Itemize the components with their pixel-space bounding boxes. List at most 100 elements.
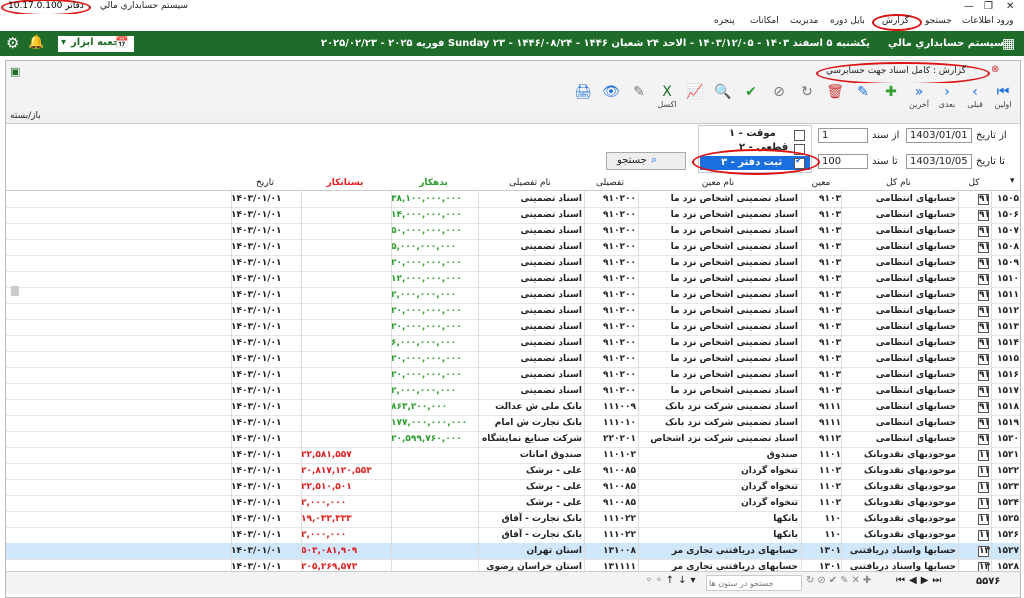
menu-report[interactable]: گزارش bbox=[882, 16, 909, 26]
toolbar-first-button[interactable]: ⏮ اولین bbox=[990, 84, 1016, 110]
cell-divider bbox=[584, 415, 585, 431]
menu-search[interactable]: جستجو bbox=[925, 16, 952, 26]
cell-divider bbox=[638, 207, 639, 223]
toolbar-confirm-button[interactable]: ✔ bbox=[738, 84, 764, 110]
column-header[interactable]: معین bbox=[801, 176, 841, 190]
table-row[interactable]: ۱۵۲۰ ۹۱ حسابهای انتظامی ۹۱۱۲ اسناد تضمینی شر… bbox=[6, 431, 1020, 448]
to-date-input[interactable]: 1403/10/05 bbox=[906, 154, 972, 169]
menu-management[interactable]: مديريت bbox=[790, 16, 818, 26]
status-temp[interactable]: ۱ - موقت bbox=[729, 128, 776, 139]
table-row[interactable]: ۱۵۲۲ ۱۱ موجودیهای نقدوبانک ۱۱۰۲ تنخواه گردان… bbox=[6, 463, 1020, 480]
cell-divider bbox=[841, 415, 842, 431]
cell-divider bbox=[478, 207, 479, 223]
cell-divider bbox=[958, 527, 959, 543]
search-button[interactable]: ⌕ جستجو bbox=[606, 152, 686, 170]
table-cell: ۱۵۰۶ bbox=[997, 210, 1019, 220]
menu-window[interactable]: پنجره bbox=[714, 16, 735, 26]
table-row[interactable]: ۱۵۱۷ ۹۱ حسابهای انتظامی ۹۱۰۳ اسناد تضمینی اش… bbox=[6, 383, 1020, 400]
maximize-button[interactable]: ❐ bbox=[984, 1, 993, 12]
table-row[interactable]: ۱۵۱۴ ۹۱ حسابهای انتظامی ۹۱۰۳ اسناد تضمینی اش… bbox=[6, 335, 1020, 352]
column-header[interactable]: بستانکار bbox=[301, 176, 389, 190]
menu-bar: ورود اطلاعات جستجو گزارش بايل دوره مديري… bbox=[0, 14, 1024, 31]
scroll-handle[interactable] bbox=[11, 286, 19, 296]
toolbar-refresh-button[interactable]: ↻ bbox=[794, 84, 820, 110]
table-cell: ۲,۰۰۰,۰۰۰,۰۰۰ bbox=[391, 290, 457, 300]
toolbar-pen-button[interactable]: ✎ bbox=[626, 84, 652, 110]
table-row[interactable]: ۱۵۲۶ ۱۱ موجودیهای نقدوبانک ۱۱۰ بانکها ۱۱۱۰۲۲ ب… bbox=[6, 527, 1020, 544]
header-menu-icon[interactable]: ▾ bbox=[1010, 176, 1015, 186]
table-row[interactable]: ۱۵۲۳ ۱۱ موجودیهای نقدوبانک ۱۱۰۲ تنخواه گردان… bbox=[6, 479, 1020, 496]
table-row[interactable]: ۱۵۰۸ ۹۱ حسابهای انتظامی ۹۱۰۳ اسناد تضمینی اش… bbox=[6, 239, 1020, 256]
cell-divider bbox=[801, 527, 802, 543]
sort-icons[interactable]: ◦◦↑↓▾ bbox=[646, 575, 700, 586]
column-header[interactable]: نام تفصیلی bbox=[478, 176, 582, 190]
to-doc-input[interactable]: 100 bbox=[818, 154, 868, 169]
column-search-input[interactable] bbox=[706, 575, 802, 591]
table-row[interactable]: ۱۵۱۰ ۹۱ حسابهای انتظامی ۹۱۰۳ اسناد تضمینی اش… bbox=[6, 271, 1020, 288]
table-cell: ۱۵۲۵ bbox=[997, 514, 1019, 524]
toolbar-excel-button[interactable]: X اکسل bbox=[654, 84, 680, 110]
cell-divider bbox=[638, 271, 639, 287]
table-row[interactable]: ۱۵۰۵ ۹۱ حسابهای انتظامی ۹۱۰۳ اسناد تضمینی اش… bbox=[6, 191, 1020, 208]
cell-divider bbox=[478, 543, 479, 559]
table-cell: ۹۱۰۳ bbox=[819, 322, 841, 332]
table-row[interactable]: ۱۵۲۵ ۱۱ موجودیهای نقدوبانک ۱۱۰ بانکها ۱۱۱۰۲۲ ب… bbox=[6, 511, 1020, 528]
column-header[interactable]: تفصیلی bbox=[584, 176, 636, 190]
toolbar-cancel-button[interactable]: ⊘ bbox=[766, 84, 792, 110]
column-header[interactable]: تاریخ bbox=[231, 176, 299, 190]
cell-divider bbox=[801, 495, 802, 511]
toolbar-delete-button[interactable]: 🗑 bbox=[822, 84, 848, 110]
cell-divider bbox=[841, 255, 842, 271]
toolbar-next-button[interactable]: › بعدی bbox=[934, 84, 960, 110]
table-row[interactable]: ۱۵۱۹ ۹۱ حسابهای انتظامی ۹۱۱۱ اسناد تضمینی شر… bbox=[6, 415, 1020, 432]
section-toggle[interactable]: باز/بسته bbox=[10, 111, 41, 121]
table-cell bbox=[301, 351, 389, 367]
from-date-input[interactable]: 1403/01/01 bbox=[906, 128, 972, 143]
table-row[interactable]: ۱۵۱۶ ۹۱ حسابهای انتظامی ۹۱۰۳ اسناد تضمینی اش… bbox=[6, 367, 1020, 384]
table-row[interactable]: ۱۵۰۷ ۹۱ حسابهای انتظامی ۹۱۰۳ اسناد تضمینی اش… bbox=[6, 223, 1020, 240]
from-doc-input[interactable]: 1 bbox=[818, 128, 868, 143]
toolbar-edit-button[interactable]: ✎ bbox=[850, 84, 876, 110]
menu-period[interactable]: بايل دوره bbox=[830, 16, 865, 26]
table-row[interactable]: ۱۵۲۱ ۱۱ موجودیهای نقدوبانک ۱۱۰۱ صندوق ۱۱۰۱۰۲ ص… bbox=[6, 447, 1020, 464]
gear-icon[interactable]: ⚙ bbox=[6, 34, 19, 52]
minimize-button[interactable]: — bbox=[964, 1, 974, 12]
toolbar-last-button[interactable]: » آخرین bbox=[906, 84, 932, 110]
close-button[interactable]: ✕ bbox=[1006, 1, 1014, 12]
table-cell: اسناد تضمینی bbox=[520, 194, 582, 204]
toolbar-print-button[interactable]: 🖨 bbox=[570, 84, 596, 110]
cell-divider bbox=[584, 351, 585, 367]
table-row[interactable]: ۱۵۱۲ ۹۱ حسابهای انتظامی ۹۱۰۳ اسناد تضمینی اش… bbox=[6, 303, 1020, 320]
toolbar-view-button[interactable]: 👁 bbox=[598, 84, 624, 110]
report-close-icon[interactable]: ⊗ bbox=[991, 64, 999, 75]
status-checkbox-temp[interactable] bbox=[794, 130, 805, 141]
table-row[interactable]: ۱۵۰۹ ۹۱ حسابهای انتظامی ۹۱۰۳ اسناد تضمینی اش… bbox=[6, 255, 1020, 272]
table-row[interactable]: ۱۵۱۳ ۹۱ حسابهای انتظامی ۹۱۰۳ اسناد تضمینی اش… bbox=[6, 319, 1020, 336]
table-row[interactable]: ۱۵۰۶ ۹۱ حسابهای انتظامی ۹۱۰۳ اسناد تضمینی اش… bbox=[6, 207, 1020, 224]
column-header[interactable]: کل bbox=[958, 176, 990, 190]
report-icon: ▣ bbox=[10, 65, 21, 78]
cell-divider bbox=[958, 319, 959, 335]
menu-tools[interactable]: امكانات bbox=[750, 16, 779, 26]
toolbar-prev-button[interactable]: ‹ قبلی bbox=[962, 84, 988, 110]
nav-arrows-icon[interactable]: ⏮◀▶⏭ bbox=[896, 575, 945, 586]
toolbar-add-button[interactable]: ✚ bbox=[878, 84, 904, 110]
column-header[interactable]: نام معین bbox=[638, 176, 798, 190]
bell-icon[interactable]: 🔔 bbox=[28, 35, 44, 50]
table-row[interactable]: ۱۵۱۱ ۹۱ حسابهای انتظامی ۹۱۰۳ اسناد تضمینی اش… bbox=[6, 287, 1020, 304]
toolbox-button[interactable]: ▾ جعبه ابزار 📅 bbox=[58, 36, 134, 52]
section-bar[interactable]: باز/بسته bbox=[6, 111, 1020, 124]
table-cell: اسناد تضمینی bbox=[520, 322, 582, 332]
cell-divider bbox=[841, 463, 842, 479]
grid-action-icons[interactable]: ↻⊘✔✎✕✚ bbox=[806, 575, 874, 586]
table-row[interactable]: ۱۵۲۷ ۱۳ حسابها واسناد دریافتنی ۱۳۰۱ حسابهای … bbox=[6, 543, 1020, 560]
menu-data-entry[interactable]: ورود اطلاعات bbox=[962, 16, 1014, 26]
column-header[interactable]: نام کل bbox=[841, 176, 956, 190]
toolbar-search-button[interactable]: 🔍 bbox=[710, 84, 736, 110]
column-header[interactable]: بدهکار bbox=[391, 176, 476, 190]
table-row[interactable]: ۱۵۱۸ ۹۱ حسابهای انتظامی ۹۱۱۱ اسناد تضمینی شر… bbox=[6, 399, 1020, 416]
table-cell: ۱۱ bbox=[979, 514, 990, 524]
table-row[interactable]: ۱۵۲۴ ۱۱ موجودیهای نقدوبانک ۱۱۰۲ تنخواه گردان… bbox=[6, 495, 1020, 512]
table-row[interactable]: ۱۵۱۵ ۹۱ حسابهای انتظامی ۹۱۰۳ اسناد تضمینی اش… bbox=[6, 351, 1020, 368]
toolbar-chart-button[interactable]: 📈 bbox=[682, 84, 708, 110]
